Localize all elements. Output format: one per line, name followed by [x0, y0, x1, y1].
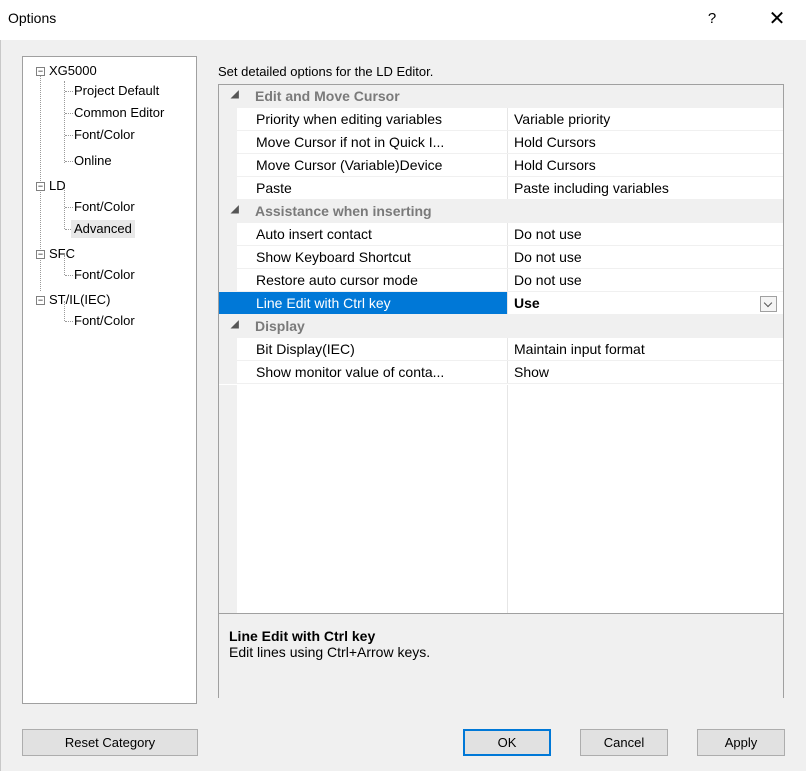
window-border: [0, 40, 1, 771]
property-value[interactable]: Do not use: [514, 249, 582, 265]
description-text: Edit lines using Ctrl+Arrow keys.: [229, 644, 431, 660]
apply-button[interactable]: Apply: [697, 729, 785, 756]
tree-node-common-editor[interactable]: Common Editor: [74, 104, 164, 122]
tree-node-ld[interactable]: LD: [49, 177, 66, 195]
property-row[interactable]: Restore auto cursor mode Do not use: [219, 269, 783, 292]
property-value[interactable]: Do not use: [514, 226, 582, 242]
tree-node-st-il-font-color[interactable]: Font/Color: [74, 312, 135, 330]
property-value[interactable]: Show: [514, 364, 549, 380]
description-title: Line Edit with Ctrl key: [229, 628, 376, 644]
column-separator[interactable]: [507, 385, 508, 613]
chevron-down-icon[interactable]: [760, 296, 777, 312]
tree-connector: [65, 91, 73, 92]
category-tree[interactable]: − XG5000 Project Default Common Editor F…: [22, 56, 197, 704]
tree-connector: [65, 321, 73, 322]
reset-category-button[interactable]: Reset Category: [22, 729, 198, 756]
tree-node-sfc-font-color[interactable]: Font/Color: [74, 266, 135, 284]
help-button[interactable]: ?: [702, 8, 722, 30]
tree-connector: [65, 113, 73, 114]
panel-caption: Set detailed options for the LD Editor.: [218, 64, 434, 79]
property-name: Auto insert contact: [256, 226, 372, 242]
property-name-cell: Paste: [219, 177, 508, 199]
tree-node-xg5000[interactable]: XG5000: [49, 62, 97, 80]
property-name: Show Keyboard Shortcut: [256, 249, 411, 265]
property-row[interactable]: Priority when editing variables Variable…: [219, 108, 783, 131]
tree-node-xg5000-font-color[interactable]: Font/Color: [74, 126, 135, 144]
property-value-select[interactable]: Use: [514, 295, 540, 311]
property-name: Restore auto cursor mode: [256, 272, 418, 288]
property-row[interactable]: Show monitor value of conta... Show: [219, 361, 783, 384]
tree-node-ld-font-color[interactable]: Font/Color: [74, 198, 135, 216]
collapse-icon[interactable]: −: [36, 182, 45, 191]
close-button[interactable]: ✕: [764, 6, 790, 32]
category-edit-and-move-cursor[interactable]: ◢ Edit and Move Cursor: [219, 85, 783, 108]
property-row[interactable]: Move Cursor if not in Quick I... Hold Cu…: [219, 131, 783, 154]
property-row[interactable]: Bit Display(IEC) Maintain input format: [219, 338, 783, 361]
window-title: Options: [8, 10, 57, 26]
collapse-icon[interactable]: −: [36, 67, 45, 76]
collapse-triangle-icon[interactable]: ◢: [231, 319, 239, 330]
property-name-cell: Show monitor value of conta...: [219, 361, 508, 383]
property-name-cell: Show Keyboard Shortcut: [219, 246, 508, 268]
category-label: Display: [255, 318, 305, 334]
property-name: Move Cursor (Variable)Device: [256, 157, 443, 173]
property-value[interactable]: Do not use: [514, 272, 582, 288]
ok-button[interactable]: OK: [463, 729, 551, 756]
category-label: Assistance when inserting: [255, 203, 432, 219]
tree-node-online[interactable]: Online: [74, 152, 112, 170]
tree-connector: [65, 207, 73, 208]
property-value[interactable]: Hold Cursors: [514, 157, 596, 173]
tree-node-project-default[interactable]: Project Default: [74, 82, 159, 100]
collapse-triangle-icon[interactable]: ◢: [231, 89, 239, 100]
collapse-icon[interactable]: −: [36, 296, 45, 305]
property-value[interactable]: Maintain input format: [514, 341, 645, 357]
property-row[interactable]: Auto insert contact Do not use: [219, 223, 783, 246]
title-bar: Options ? ✕: [0, 0, 806, 40]
cancel-button[interactable]: Cancel: [580, 729, 668, 756]
property-name: Show monitor value of conta...: [256, 364, 445, 380]
property-row[interactable]: Paste Paste including variables: [219, 177, 783, 200]
property-grid-body: ◢ Edit and Move Cursor Priority when edi…: [219, 85, 783, 613]
tree-node-advanced[interactable]: Advanced: [71, 220, 135, 238]
category-label: Edit and Move Cursor: [255, 88, 400, 104]
property-name-cell: Move Cursor (Variable)Device: [219, 154, 508, 176]
property-name-cell: Line Edit with Ctrl key: [219, 292, 508, 314]
property-name: Priority when editing variables: [256, 111, 442, 127]
property-row[interactable]: Show Keyboard Shortcut Do not use: [219, 246, 783, 269]
grid-gutter: [219, 385, 237, 613]
property-grid[interactable]: ◢ Edit and Move Cursor Priority when edi…: [218, 84, 784, 698]
property-name: Paste: [256, 180, 292, 196]
property-name-cell: Bit Display(IEC): [219, 338, 508, 360]
property-value[interactable]: Paste including variables: [514, 180, 669, 196]
category-display[interactable]: ◢ Display: [219, 315, 783, 338]
property-name: Move Cursor if not in Quick I...: [256, 134, 445, 150]
tree-node-st-il-iec[interactable]: ST/IL(IEC): [49, 291, 110, 309]
category-assistance-when-inserting[interactable]: ◢ Assistance when inserting: [219, 200, 783, 223]
property-name-cell: Auto insert contact: [219, 223, 508, 245]
tree-connector: [64, 81, 65, 163]
property-value[interactable]: Variable priority: [514, 111, 610, 127]
property-name: Bit Display(IEC): [256, 341, 355, 357]
collapse-icon[interactable]: −: [36, 250, 45, 259]
tree-connector: [65, 135, 73, 136]
property-name: Line Edit with Ctrl key: [256, 295, 391, 311]
property-row-selected[interactable]: Line Edit with Ctrl key Use: [219, 292, 783, 315]
property-name-cell: Move Cursor if not in Quick I...: [219, 131, 508, 153]
property-row[interactable]: Move Cursor (Variable)Device Hold Cursor…: [219, 154, 783, 177]
property-name-cell: Restore auto cursor mode: [219, 269, 508, 291]
tree-connector: [65, 161, 73, 162]
description-pane: Line Edit with Ctrl key Edit lines using…: [219, 613, 783, 698]
property-name-cell: Priority when editing variables: [219, 108, 508, 130]
tree-connector: [65, 275, 73, 276]
tree-node-sfc[interactable]: SFC: [49, 245, 75, 263]
collapse-triangle-icon[interactable]: ◢: [231, 204, 239, 215]
property-value[interactable]: Hold Cursors: [514, 134, 596, 150]
